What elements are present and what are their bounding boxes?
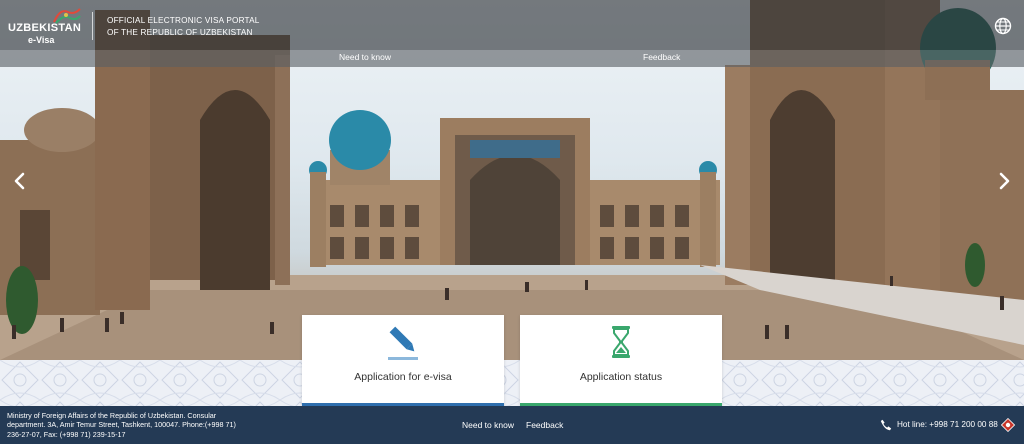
apply-evisa-label: Application for e-visa [354, 371, 452, 383]
chevron-right-icon[interactable] [994, 170, 1014, 192]
phone-icon [880, 419, 892, 431]
pencil-icon [388, 326, 418, 360]
hourglass-icon [612, 326, 630, 358]
logo-subtitle: e-Visa [28, 35, 55, 45]
footer-feedback-link[interactable]: Feedback [526, 420, 563, 430]
nav-need-to-know[interactable]: Need to know [339, 52, 391, 62]
hotline-badge-icon [1001, 418, 1015, 432]
chevron-left-icon[interactable] [10, 170, 30, 192]
application-status-card[interactable]: Application status [520, 315, 722, 406]
portal-title-line1: OFFICIAL ELECTRONIC VISA PORTAL [107, 16, 260, 25]
site-header: UZBEKISTAN e-Visa OFFICIAL ELECTRONIC VI… [0, 0, 1024, 50]
site-footer: Ministry of Foreign Affairs of the Repub… [0, 406, 1024, 444]
nav-feedback[interactable]: Feedback [643, 52, 680, 62]
logo-wordmark: UZBEKISTAN [8, 22, 82, 34]
portal-title: OFFICIAL ELECTRONIC VISA PORTAL OF THE R… [107, 15, 260, 39]
header-divider [92, 12, 93, 40]
footer-contact-info: Ministry of Foreign Affairs of the Repub… [7, 411, 267, 439]
footer-info-line1: Ministry of Foreign Affairs of the Repub… [7, 411, 217, 420]
portal-title-line2: OF THE REPUBLIC OF UZBEKISTAN [107, 28, 253, 37]
hotline-number: Hot line: +998 71 200 00 88 [897, 420, 998, 429]
footer-info-line2: department. 3A, Amir Temur Street, Tashk… [7, 420, 236, 430]
footer-need-to-know-link[interactable]: Need to know [462, 420, 514, 430]
globe-icon[interactable] [994, 17, 1012, 35]
footer-info-line3: 236-27-07, Fax: (+998 71) 239-15-17 [7, 429, 126, 439]
apply-evisa-card[interactable]: Application for e-visa [302, 315, 504, 406]
ornament-pattern-band [0, 360, 1024, 406]
ornament-pattern [0, 360, 1024, 406]
main-nav: Need to know Feedback [0, 50, 1024, 67]
application-status-label: Application status [579, 371, 663, 383]
uzbekistan-evisa-logo[interactable]: UZBEKISTAN e-Visa [6, 6, 86, 46]
